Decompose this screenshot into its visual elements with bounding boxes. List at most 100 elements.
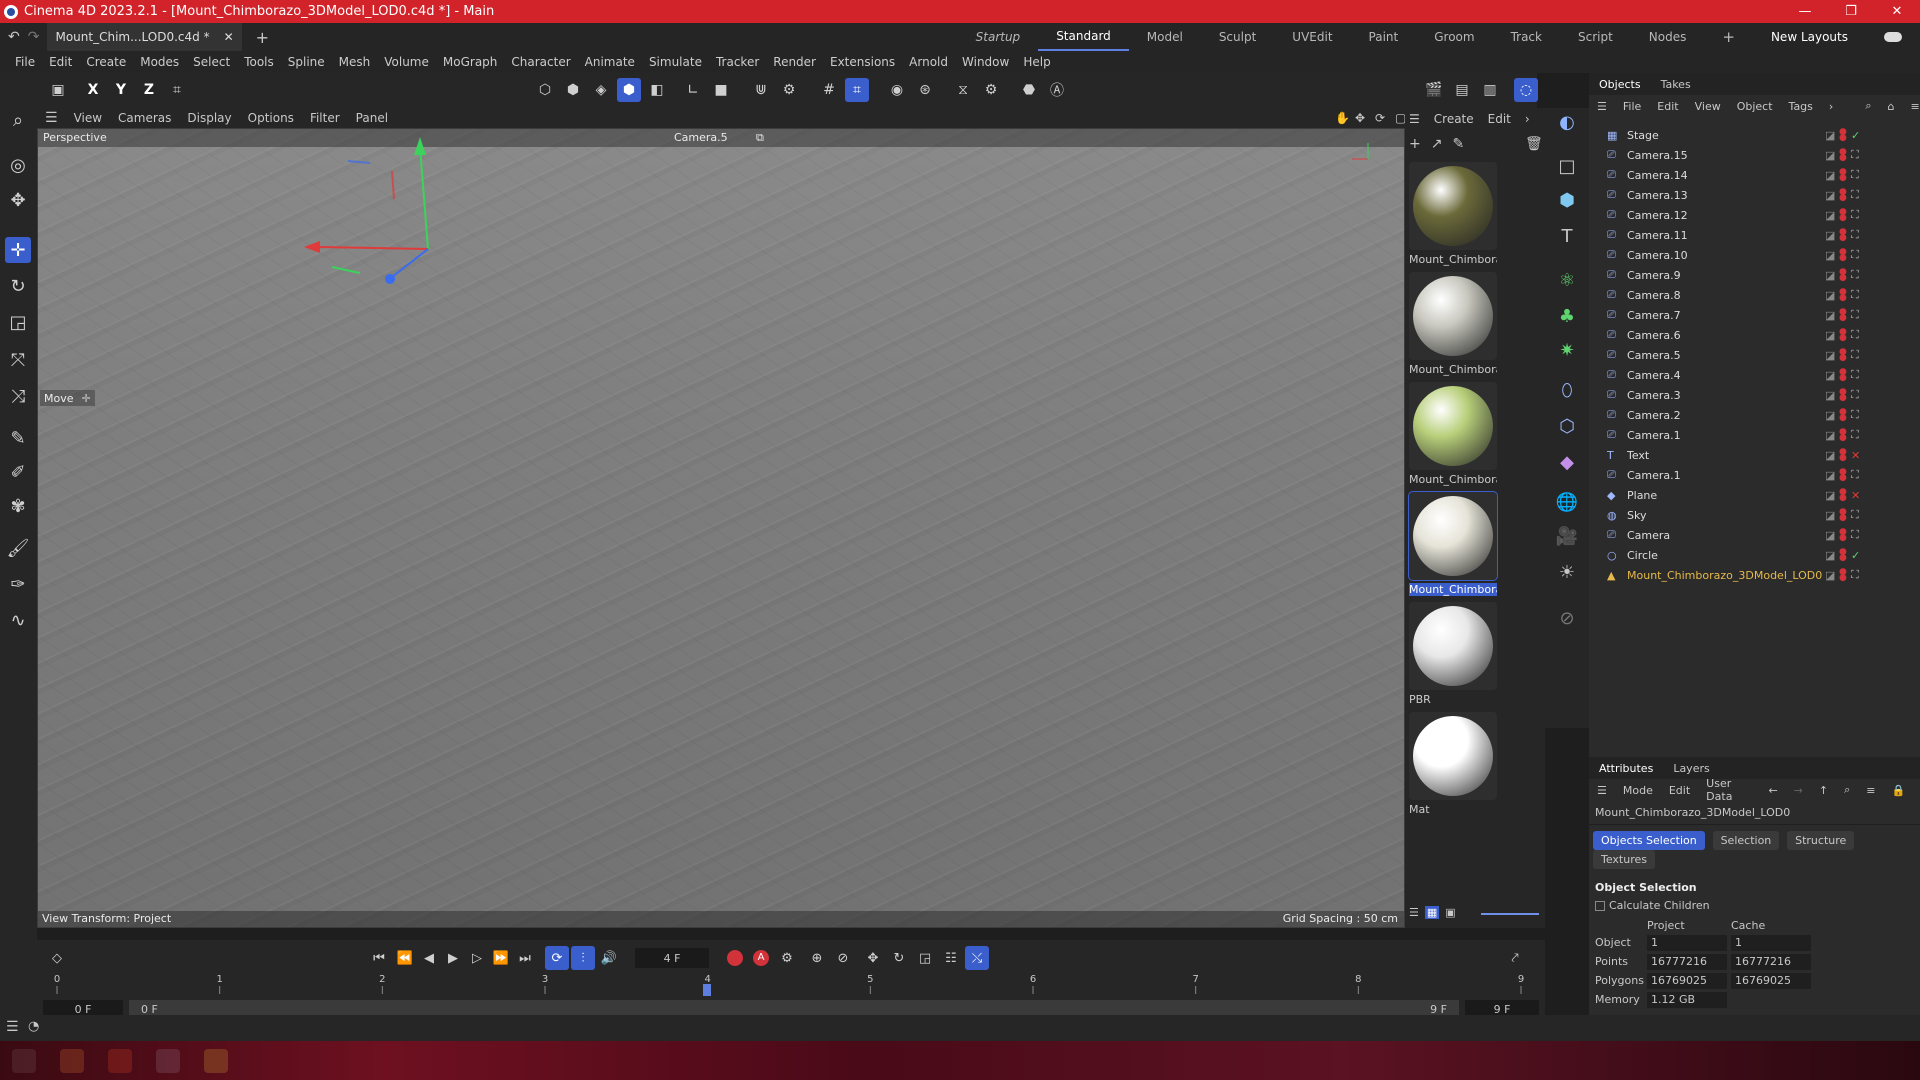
- visibility-dots-icon[interactable]: ● ●: [1839, 408, 1851, 423]
- move-subtool-icon[interactable]: ⤧: [5, 347, 31, 373]
- enable-toggle-icon[interactable]: ⛶: [1851, 288, 1867, 302]
- gizmo-xy-plane-handle[interactable]: [331, 266, 361, 274]
- grid-view-icon[interactable]: ▦: [1424, 906, 1440, 919]
- enable-toggle-icon[interactable]: ⛶: [1851, 148, 1867, 162]
- taskbar-icon[interactable]: [12, 1049, 36, 1073]
- visibility-dots-icon[interactable]: ● ●: [1839, 428, 1851, 443]
- render-view-icon[interactable]: ◉: [885, 78, 909, 102]
- menu-help[interactable]: Help: [1016, 55, 1057, 69]
- menu-edit[interactable]: Edit: [42, 55, 79, 69]
- key-mode-icon[interactable]: ⊘: [831, 946, 855, 970]
- calculate-children-checkbox[interactable]: [1595, 900, 1605, 911]
- close-button[interactable]: ✕: [1874, 0, 1920, 23]
- symmetry-icon[interactable]: ⧖: [951, 78, 975, 102]
- enable-toggle-icon[interactable]: ⛶: [1851, 308, 1867, 322]
- enable-toggle-icon[interactable]: ⛶: [1851, 528, 1867, 542]
- material-menu-edit[interactable]: Edit: [1488, 112, 1511, 126]
- layer-icon[interactable]: ◪: [1825, 209, 1839, 222]
- layer-icon[interactable]: ◪: [1825, 449, 1839, 462]
- enable-toggle-icon[interactable]: ⛶: [1851, 268, 1867, 282]
- grid-icon[interactable]: #: [817, 78, 841, 102]
- object-row[interactable]: ⎚ Camera.7 ◪ ● ● ⛶: [1589, 305, 1920, 325]
- search-icon[interactable]: ⌕: [5, 107, 31, 133]
- axis-mode-icon[interactable]: ∟: [681, 78, 705, 102]
- menu-mograph[interactable]: MoGraph: [436, 55, 505, 69]
- object-row[interactable]: ⎚ Camera.10 ◪ ● ● ⛶: [1589, 245, 1920, 265]
- enable-toggle-icon[interactable]: ⛶: [1851, 348, 1867, 362]
- minimize-button[interactable]: —: [1782, 0, 1828, 23]
- material-menu-more-icon[interactable]: ›: [1525, 112, 1530, 126]
- material-menu-create[interactable]: Create: [1434, 112, 1474, 126]
- enable-toggle-icon[interactable]: ⛶: [1851, 408, 1867, 422]
- layer-icon[interactable]: ◪: [1825, 549, 1839, 562]
- layer-icon[interactable]: ◪: [1825, 569, 1839, 582]
- uv-mode-icon[interactable]: ◧: [645, 78, 669, 102]
- large-view-icon[interactable]: ▣: [1445, 906, 1455, 919]
- generator-icon[interactable]: ⚛: [1553, 266, 1581, 294]
- volume-icon[interactable]: ⬡: [1553, 412, 1581, 440]
- gizmo-xz-plane-handle[interactable]: [347, 160, 371, 164]
- viewport-solo-icon[interactable]: ⬣: [1017, 78, 1041, 102]
- taskbar-icon[interactable]: [108, 1049, 132, 1073]
- tab-objects[interactable]: Objects: [1589, 78, 1651, 91]
- brush-tool-icon[interactable]: 🖌: [5, 535, 31, 561]
- layer-icon[interactable]: ◪: [1825, 349, 1839, 362]
- visibility-dots-icon[interactable]: ● ●: [1839, 348, 1851, 363]
- polygons-mode-icon[interactable]: ◈: [589, 78, 613, 102]
- gizmo-x-axis[interactable]: [317, 246, 429, 250]
- object-menu-tags[interactable]: Tags: [1781, 100, 1821, 113]
- sketch-tool-icon[interactable]: ✐: [5, 459, 31, 485]
- subtab-textures[interactable]: Textures: [1593, 850, 1655, 869]
- viewport-menu-options[interactable]: Options: [240, 111, 302, 125]
- layer-icon[interactable]: ◪: [1825, 189, 1839, 202]
- status-check-icon[interactable]: ◔: [28, 1019, 39, 1034]
- viewport-menu-filter[interactable]: Filter: [302, 111, 348, 125]
- snap-settings-icon[interactable]: ⚙: [777, 78, 801, 102]
- timeline-ruler[interactable]: 0 1 2 3 4 5 6 7 8 9: [45, 972, 1535, 998]
- scale-tool-icon[interactable]: ◲: [5, 309, 31, 335]
- layout-standard[interactable]: Standard: [1038, 23, 1129, 51]
- material-item[interactable]: Mount_Chimbora:: [1409, 382, 1497, 486]
- layer-icon[interactable]: ◪: [1825, 369, 1839, 382]
- menu-select[interactable]: Select: [186, 55, 237, 69]
- enable-toggle-icon[interactable]: ⛶: [1851, 368, 1867, 382]
- gizmo-z-handle[interactable]: [385, 274, 395, 284]
- forward-arrow-icon[interactable]: →: [1786, 784, 1811, 797]
- gizmo-y-axis[interactable]: [419, 146, 429, 250]
- attribute-menu-user-data[interactable]: User Data: [1698, 777, 1740, 803]
- gizmo-y-arrow[interactable]: [414, 137, 426, 155]
- polygon-pen-icon[interactable]: ✾: [5, 493, 31, 519]
- visibility-dots-icon[interactable]: ● ●: [1839, 228, 1851, 243]
- menu-window[interactable]: Window: [955, 55, 1016, 69]
- material-item-selected[interactable]: Mount_Chimbora:: [1408, 491, 1498, 596]
- attribute-menu-hamburger-icon[interactable]: ☰: [1589, 784, 1615, 797]
- cube-outline-icon[interactable]: □: [1553, 152, 1581, 180]
- layer-icon[interactable]: ◪: [1825, 529, 1839, 542]
- material-item[interactable]: Mount_Chimbora:: [1409, 162, 1497, 266]
- enable-toggle-icon[interactable]: ⛶: [1851, 388, 1867, 402]
- enable-toggle-icon[interactable]: ✕: [1851, 449, 1867, 462]
- symmetry-settings-icon[interactable]: ⚙: [979, 78, 1003, 102]
- field-icon[interactable]: ⬯: [1553, 376, 1581, 404]
- auto-key-icon[interactable]: A: [749, 946, 773, 970]
- object-menu-more-icon[interactable]: ›: [1821, 100, 1841, 113]
- material-menu-hamburger-icon[interactable]: ☰: [1409, 112, 1420, 126]
- object-menu-file[interactable]: File: [1615, 100, 1649, 113]
- menu-simulate[interactable]: Simulate: [642, 55, 709, 69]
- frame-rate-icon[interactable]: ⫶: [571, 946, 595, 970]
- attribute-menu-edit[interactable]: Edit: [1661, 784, 1698, 797]
- layer-icon[interactable]: ◪: [1825, 149, 1839, 162]
- y-axis-lock-button[interactable]: Y: [109, 78, 133, 102]
- menu-tools[interactable]: Tools: [237, 55, 281, 69]
- visibility-dots-icon[interactable]: ● ●: [1839, 548, 1851, 563]
- visibility-dots-icon[interactable]: ● ●: [1839, 168, 1851, 183]
- menu-render[interactable]: Render: [766, 55, 823, 69]
- viewport-camera-label[interactable]: Camera.5: [674, 131, 728, 144]
- select-tool-icon[interactable]: ◎: [5, 152, 31, 178]
- visibility-dots-icon[interactable]: ● ●: [1839, 128, 1851, 143]
- tab-takes[interactable]: Takes: [1651, 78, 1701, 91]
- enable-toggle-icon[interactable]: ⛶: [1851, 468, 1867, 482]
- layer-icon[interactable]: ◪: [1825, 409, 1839, 422]
- layer-icon[interactable]: ◪: [1825, 289, 1839, 302]
- loop-icon[interactable]: ⟳: [545, 946, 569, 970]
